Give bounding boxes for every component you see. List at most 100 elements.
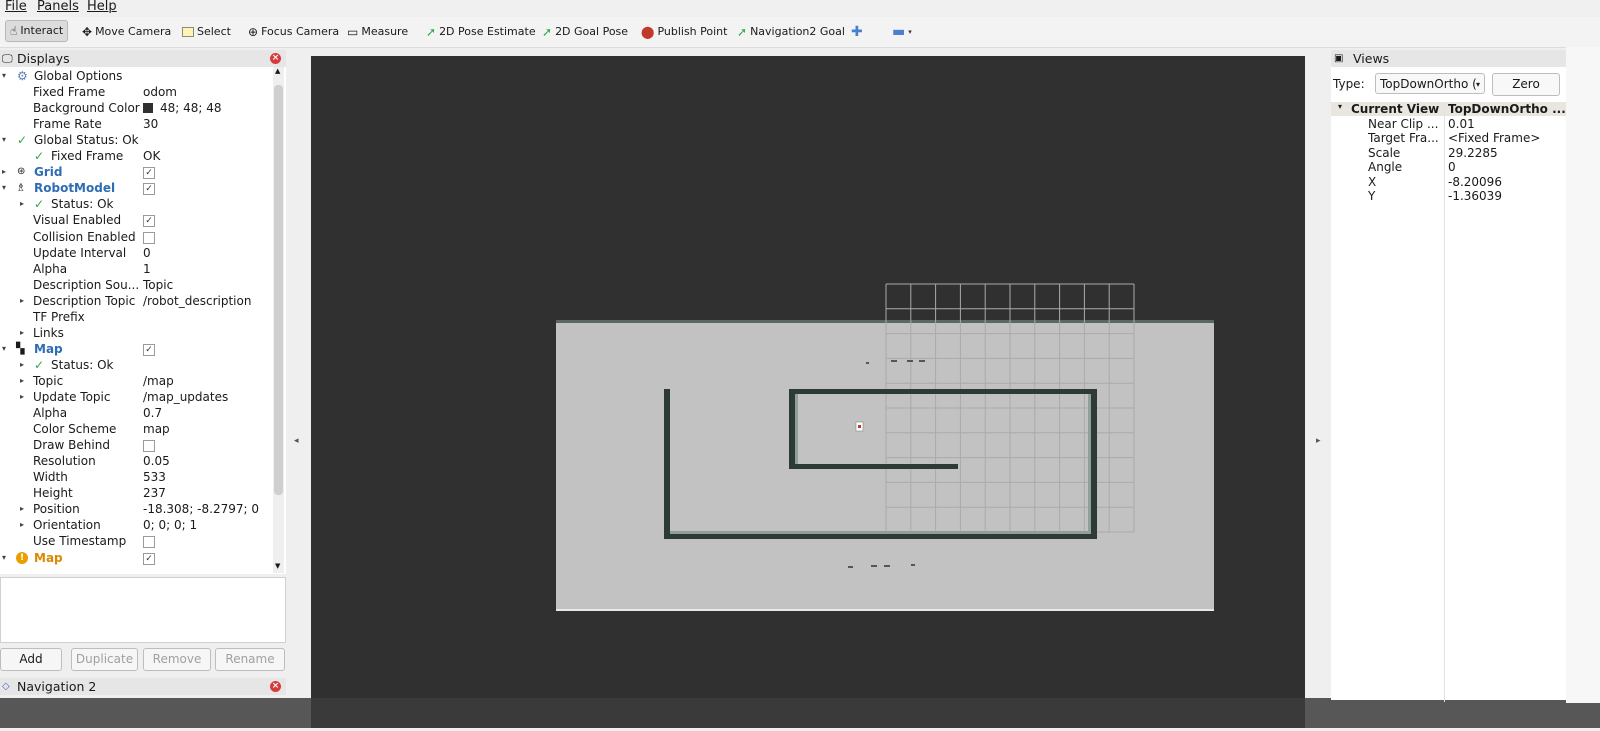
- scroll-thumb[interactable]: [274, 85, 283, 495]
- view-property-row[interactable]: X -8.20096: [1331, 175, 1566, 189]
- display-row[interactable]: Description Sou... Topic: [0, 277, 272, 293]
- expand-arrow-icon[interactable]: ▾: [2, 132, 6, 148]
- display-row[interactable]: Use Timestamp: [0, 533, 272, 549]
- tool-move-camera[interactable]: ✥ Move Camera: [82, 21, 171, 43]
- display-row-name: Use Timestamp: [33, 534, 127, 549]
- tool-publish-point[interactable]: ⬤ Publish Point: [641, 21, 727, 43]
- display-row[interactable]: ▸ Position -18.308; -8.2797; 0: [0, 501, 272, 517]
- view-property-row[interactable]: Y -1.36039: [1331, 189, 1566, 203]
- enable-checkbox[interactable]: [143, 440, 155, 453]
- tool-focus-camera[interactable]: ⊕ Focus Camera: [248, 21, 339, 43]
- enable-checkbox[interactable]: ✓: [143, 343, 155, 356]
- enable-checkbox[interactable]: ✓: [143, 167, 155, 180]
- display-row[interactable]: Resolution 0.05: [0, 453, 272, 469]
- display-row[interactable]: ▸ ⊛ Grid ✓: [0, 164, 272, 180]
- view-property-row[interactable]: Near Clip ... 0.01: [1331, 117, 1566, 131]
- display-row[interactable]: ▸ Links: [0, 325, 272, 341]
- expand-arrow-icon[interactable]: ▾: [2, 341, 6, 357]
- expand-arrow-icon[interactable]: ▸: [20, 196, 24, 212]
- duplicate-button[interactable]: Duplicate: [71, 648, 138, 671]
- view-type-value: TopDownOrtho (: [1380, 77, 1477, 91]
- add-tool-button[interactable]: ✚: [851, 21, 863, 43]
- display-row[interactable]: TF Prefix: [0, 309, 272, 325]
- zero-button[interactable]: Zero: [1492, 73, 1560, 96]
- enable-checkbox[interactable]: [143, 231, 155, 244]
- expand-arrow-icon[interactable]: ▸: [20, 325, 24, 341]
- display-row[interactable]: ▸ Topic/map: [0, 373, 272, 389]
- tool-interact[interactable]: ☝ Interact: [5, 20, 69, 42]
- map-border-bottom: [556, 609, 1214, 611]
- expand-arrow-icon[interactable]: ▸: [20, 373, 24, 389]
- display-row[interactable]: ▸ Orientation 0; 0; 0; 1: [0, 517, 272, 533]
- expand-arrow-icon[interactable]: ▸: [20, 389, 24, 405]
- display-row[interactable]: ▸ Update Topic/map_updates: [0, 389, 272, 405]
- enable-checkbox[interactable]: ✓: [143, 215, 155, 228]
- remove-button[interactable]: Remove: [143, 648, 211, 671]
- tool-2d-pose-estimate[interactable]: ➚ 2D Pose Estimate: [426, 21, 536, 43]
- rename-button[interactable]: Rename: [215, 648, 285, 671]
- camera-icon: ▣: [1334, 53, 1344, 64]
- display-row[interactable]: Color Scheme map: [0, 421, 272, 437]
- view-property-row[interactable]: Scale 29.2285: [1331, 146, 1566, 160]
- display-row-name: Collision Enabled: [33, 229, 136, 244]
- color-swatch[interactable]: [143, 103, 153, 114]
- display-row[interactable]: Draw Behind: [0, 437, 272, 453]
- view-property-row[interactable]: Target Fra... <Fixed Frame>: [1331, 131, 1566, 145]
- display-row[interactable]: ▸ Description Topic/robot_description: [0, 293, 272, 309]
- display-row[interactable]: ▾ ⚙ Global Options: [0, 68, 272, 84]
- display-row[interactable]: Width 533: [0, 469, 272, 485]
- current-view-row[interactable]: ▾ Current View TopDownOrtho ...: [1331, 102, 1566, 116]
- display-row[interactable]: ▸ ✓ Status: Ok: [0, 196, 272, 212]
- expand-arrow-icon[interactable]: ▾: [2, 180, 6, 196]
- expand-arrow-icon[interactable]: ▸: [20, 501, 24, 517]
- collapse-right-icon[interactable]: ▸: [1316, 436, 1321, 446]
- display-row[interactable]: ✓ Fixed Frame OK: [0, 148, 272, 164]
- collapse-arrow-icon[interactable]: ▾: [1338, 102, 1342, 111]
- display-row[interactable]: ▾ ✓ Global Status: Ok: [0, 132, 272, 148]
- expand-arrow-icon[interactable]: ▸: [20, 357, 24, 373]
- display-row[interactable]: Alpha 0.7: [0, 405, 272, 421]
- view-property-row[interactable]: Angle 0: [1331, 160, 1566, 174]
- display-row[interactable]: ▾ ▚ Map ✓: [0, 341, 272, 357]
- menu-file[interactable]: File: [5, 0, 27, 14]
- tool-select[interactable]: Select: [182, 21, 231, 43]
- render-viewport[interactable]: [311, 56, 1305, 728]
- tool-label: Focus Camera: [261, 25, 340, 38]
- display-row[interactable]: Height 237: [0, 485, 272, 501]
- display-row[interactable]: Collision Enabled: [0, 229, 272, 245]
- add-button[interactable]: Add: [0, 648, 62, 671]
- expand-arrow-icon[interactable]: ▸: [20, 293, 24, 309]
- view-type-select[interactable]: TopDownOrtho ( ▾: [1375, 73, 1485, 94]
- menu-panels[interactable]: Panels: [37, 0, 79, 14]
- display-row[interactable]: Frame Rate 30: [0, 116, 272, 132]
- tool-navigation2-goal[interactable]: ➚ Navigation2 Goal: [737, 21, 845, 43]
- display-row-value: 0: [143, 245, 151, 260]
- close-icon[interactable]: ×: [270, 53, 281, 64]
- display-row[interactable]: Alpha 1: [0, 261, 272, 277]
- expand-arrow-icon[interactable]: ▾: [2, 68, 6, 84]
- expand-arrow-icon[interactable]: ▾: [2, 550, 6, 566]
- expand-arrow-icon[interactable]: ▸: [2, 164, 6, 180]
- display-row[interactable]: ▸ ✓ Status: Ok: [0, 357, 272, 373]
- close-icon[interactable]: ×: [270, 681, 281, 692]
- tool-measure[interactable]: ▭ Measure: [347, 21, 408, 43]
- enable-checkbox[interactable]: ✓: [143, 552, 155, 565]
- display-row[interactable]: ▾! Map ✓: [0, 550, 272, 566]
- scroll-up-icon[interactable]: ▲: [275, 67, 280, 75]
- enable-checkbox[interactable]: [143, 536, 155, 549]
- select-icon: [182, 27, 194, 37]
- displays-scrollbar[interactable]: ▲ ▼: [273, 67, 284, 573]
- tool-2d-goal-pose[interactable]: ➚ 2D Goal Pose: [542, 21, 628, 43]
- display-row[interactable]: Visual Enabled ✓: [0, 212, 272, 228]
- scroll-down-icon[interactable]: ▼: [275, 562, 280, 570]
- collapse-left-icon[interactable]: ◂: [294, 436, 299, 446]
- robot-marker: [858, 425, 861, 428]
- enable-checkbox[interactable]: ✓: [143, 183, 155, 196]
- display-row[interactable]: Background Color 48; 48; 48: [0, 100, 272, 116]
- expand-arrow-icon[interactable]: ▸: [20, 517, 24, 533]
- display-row[interactable]: Fixed Frame odom: [0, 84, 272, 100]
- display-row[interactable]: ▾ ♗ RobotModel ✓: [0, 180, 272, 196]
- remove-tool-button[interactable]: ▬ ▾: [892, 21, 912, 43]
- display-row[interactable]: Update Interval 0: [0, 245, 272, 261]
- menu-help[interactable]: Help: [87, 0, 117, 14]
